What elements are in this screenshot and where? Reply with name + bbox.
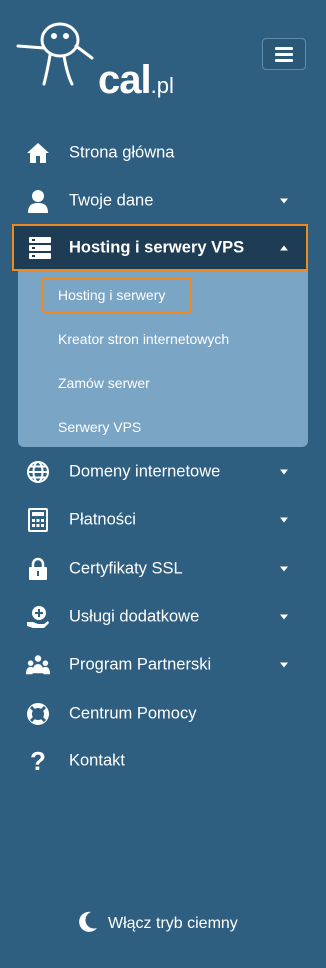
chevron-down-icon — [280, 517, 288, 523]
sidebar-item-label: Program Partnerski — [69, 655, 212, 674]
sidebar-item-platnosci[interactable]: Płatności — [0, 496, 326, 544]
question-icon: ? — [30, 745, 46, 776]
dark-mode-toggle[interactable]: Włącz tryb ciemny — [78, 908, 238, 940]
home-icon — [26, 141, 50, 165]
chevron-up-icon — [280, 245, 288, 250]
sidebar-item-label: Certyfikaty SSL — [69, 559, 183, 578]
submenu-item-hosting-i-serwery[interactable]: Hosting i serwery — [42, 277, 192, 313]
logo-text-main: cal — [98, 58, 152, 102]
logo-suffix: .pl — [150, 73, 174, 98]
submenu-item-label: Zamów serwer — [58, 375, 150, 391]
lifebuoy-icon — [26, 702, 50, 726]
hamburger-menu-icon — [275, 46, 293, 62]
sidebar-item-certyfikaty-ssl[interactable]: Certyfikaty SSL — [0, 545, 326, 593]
sidebar-item-hosting[interactable]: Hosting i serwery VPS — [12, 224, 308, 271]
sidebar-item-uslugi-dodatkowe[interactable]: Usługi dodatkowe — [0, 593, 326, 641]
submenu-item-label: Serwery VPS — [58, 419, 142, 435]
dark-mode-label: Włącz tryb ciemny — [108, 915, 238, 932]
user-icon — [26, 189, 50, 213]
sidebar-item-label: Płatności — [69, 510, 136, 529]
chevron-down-icon — [280, 469, 288, 475]
sidebar-item-label: Twoje dane — [69, 191, 154, 210]
chevron-down-icon — [280, 198, 288, 204]
header: cal.pl — [0, 0, 326, 100]
lock-icon — [26, 557, 50, 581]
sidebar-item-strona-glowna[interactable]: Strona główna — [0, 129, 326, 177]
hosting-submenu: Hosting i serwery Kreator stron internet… — [18, 271, 308, 447]
sidebar-item-centrum-pomocy[interactable]: Centrum Pomocy — [0, 690, 326, 738]
submenu-item-kreator-stron[interactable]: Kreator stron internetowych — [18, 319, 308, 359]
sidebar-item-label: Centrum Pomocy — [69, 704, 197, 723]
sidebar-item-label: Strona główna — [69, 143, 175, 162]
sidebar-item-label: Usługi dodatkowe — [69, 607, 200, 626]
mascot-icon — [16, 22, 94, 86]
chevron-down-icon — [280, 566, 288, 572]
sidebar-item-twoje-dane[interactable]: Twoje dane — [0, 177, 326, 225]
partners-icon — [26, 653, 50, 677]
logo-text: cal.pl — [98, 60, 174, 106]
add-service-icon — [26, 605, 50, 629]
sidebar-item-label: Kontakt — [69, 751, 125, 770]
sidebar-item-program-partnerski[interactable]: Program Partnerski — [0, 641, 326, 689]
sidebar-item-kontakt[interactable]: ? Kontakt — [0, 737, 326, 785]
globe-icon — [26, 460, 50, 484]
submenu-item-serwery-vps[interactable]: Serwery VPS — [18, 407, 308, 447]
sidebar-item-label: Domeny internetowe — [69, 462, 221, 481]
sidebar-item-domeny[interactable]: Domeny internetowe — [0, 448, 326, 496]
chevron-down-icon — [280, 662, 288, 668]
moon-icon — [78, 911, 98, 938]
chevron-down-icon — [280, 614, 288, 620]
cal-pl-logo[interactable]: cal.pl — [14, 18, 184, 100]
sidebar-item-label: Hosting i serwery VPS — [69, 238, 245, 256]
server-icon — [28, 236, 52, 260]
submenu-item-zamow-serwer[interactable]: Zamów serwer — [18, 363, 308, 403]
calculator-icon — [26, 508, 50, 532]
submenu-item-label: Kreator stron internetowych — [58, 331, 230, 347]
menu-toggle-button[interactable] — [262, 38, 306, 70]
submenu-item-label: Hosting i serwery — [58, 287, 166, 303]
